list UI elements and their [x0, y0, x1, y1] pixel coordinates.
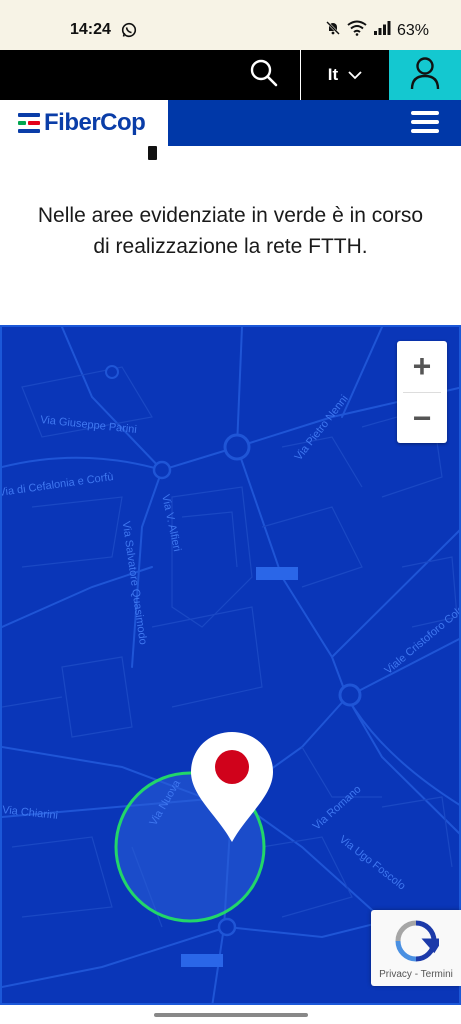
recaptcha-links[interactable]: Privacy - Termini [371, 969, 461, 980]
zoom-out-button[interactable]: − [397, 393, 447, 444]
battery-level: 63% [396, 21, 429, 39]
map-zoom-control: + − [397, 341, 447, 443]
user-icon [410, 56, 440, 95]
hamburger-menu-button[interactable] [411, 109, 441, 137]
logo-mark-icon [18, 113, 40, 133]
user-account-button[interactable] [389, 50, 461, 100]
logo-text: FiberCop [44, 109, 146, 136]
coverage-map[interactable]: Via Giuseppe Parini Via di Cefalonia e C… [0, 325, 461, 1005]
system-nav-bar [0, 1005, 461, 1024]
location-pin-icon[interactable] [188, 730, 276, 845]
search-icon [249, 58, 279, 93]
status-bar: 14:24 63% [0, 0, 461, 50]
whatsapp-icon [121, 22, 137, 43]
signal-icon [373, 20, 391, 41]
chevron-down-icon [348, 65, 362, 85]
wifi-icon [347, 20, 367, 41]
top-bar: It [0, 50, 461, 100]
language-selector[interactable]: It [301, 50, 389, 100]
zoom-in-button[interactable]: + [397, 341, 447, 392]
mute-icon [325, 20, 341, 41]
language-label: It [327, 65, 339, 84]
fibercop-logo[interactable]: FiberCop [0, 100, 168, 146]
nav-bar: FiberCop [0, 100, 461, 146]
search-button[interactable] [228, 50, 300, 100]
carousel-indicator [148, 146, 157, 160]
ftth-info-text: Nelle aree evidenziate in verde è in cor… [37, 204, 424, 258]
recaptcha-badge[interactable]: Privacy - Termini [371, 910, 461, 986]
recaptcha-icon [393, 918, 444, 969]
home-indicator[interactable] [154, 1013, 308, 1017]
status-time: 14:24 [70, 21, 111, 38]
